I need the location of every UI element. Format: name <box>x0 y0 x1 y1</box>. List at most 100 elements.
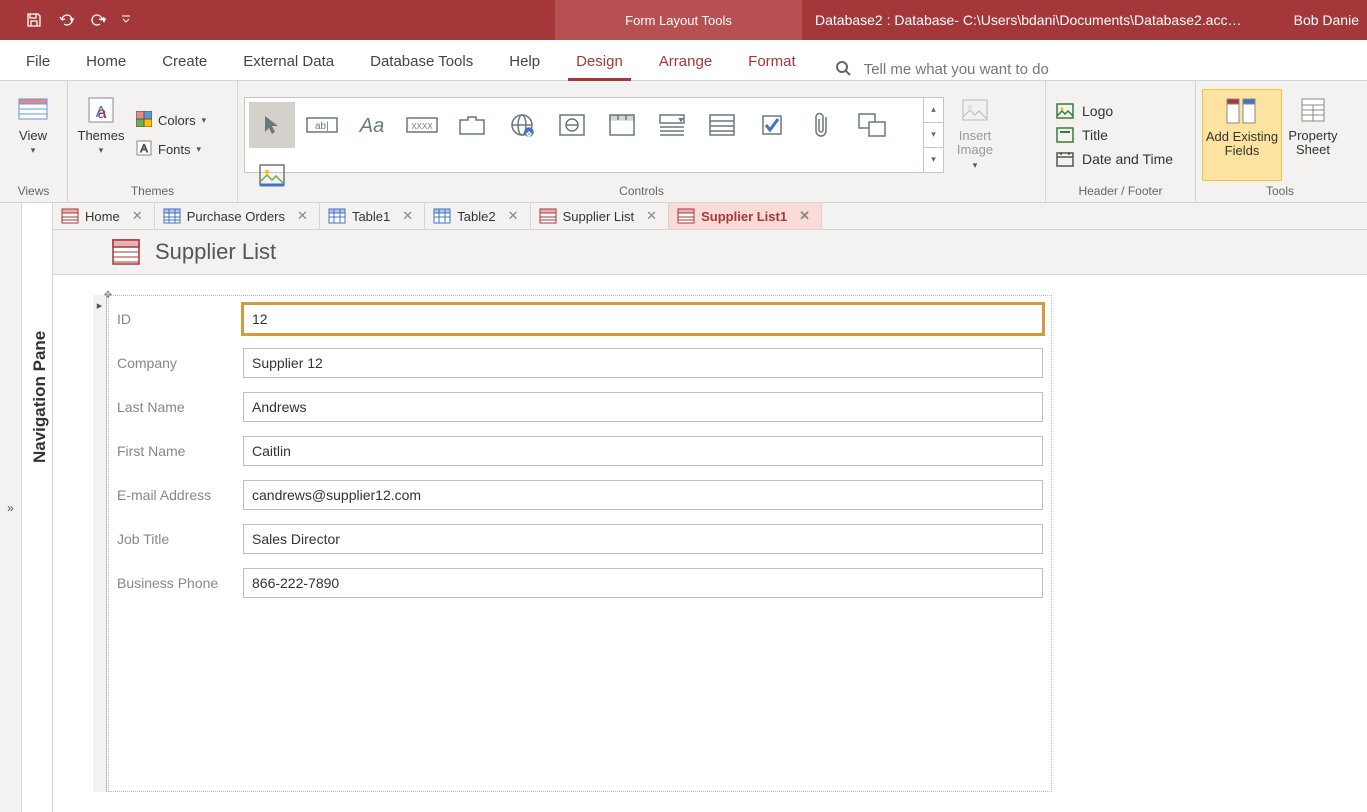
save-icon[interactable] <box>20 6 48 34</box>
navigation-control-icon[interactable] <box>599 102 645 148</box>
search-icon[interactable] <box>834 59 852 80</box>
close-icon[interactable]: ✕ <box>646 208 660 224</box>
close-icon[interactable]: ✕ <box>508 208 522 224</box>
group-tools-label: Tools <box>1202 184 1358 200</box>
logo-button[interactable]: Logo <box>1052 101 1177 121</box>
subform-control-icon[interactable] <box>849 102 895 148</box>
label-control-icon[interactable]: Aa <box>349 102 395 148</box>
group-tools: Add Existing Fields Property Sheet Tools <box>1196 81 1364 202</box>
close-icon[interactable]: ✕ <box>799 208 813 224</box>
doc-tab-table1[interactable]: Table1 ✕ <box>320 203 425 229</box>
tab-control-icon[interactable] <box>449 102 495 148</box>
first-name-field[interactable]: Caitlin <box>243 436 1043 466</box>
chevron-down-icon: ▾ <box>202 115 207 126</box>
field-label[interactable]: First Name <box>117 443 243 459</box>
field-row-business-phone: Business Phone 866-222-7890 <box>117 568 1043 598</box>
insert-image-button[interactable]: Insert Image ▾ <box>948 89 1002 181</box>
field-label[interactable]: Last Name <box>117 399 243 415</box>
doc-tab-table2[interactable]: Table2 ✕ <box>425 203 530 229</box>
nav-pane-label[interactable]: Navigation Pane <box>30 331 50 463</box>
close-icon[interactable]: ✕ <box>132 208 146 224</box>
redo-dropdown-icon[interactable]: ▾ <box>102 15 107 26</box>
doc-tab-supplier-list[interactable]: Supplier List ✕ <box>531 203 670 229</box>
redo-icon[interactable]: ▾ <box>84 6 112 34</box>
view-button[interactable]: View ▾ <box>6 89 60 181</box>
title-button[interactable]: Title <box>1052 125 1177 145</box>
gallery-more-icon[interactable]: ▾ <box>924 148 943 172</box>
svg-text:A: A <box>140 143 148 155</box>
close-icon[interactable]: ✕ <box>297 208 311 224</box>
field-label[interactable]: Business Phone <box>117 575 243 591</box>
svg-text:ab|: ab| <box>315 121 329 132</box>
job-title-field[interactable]: Sales Director <box>243 524 1043 554</box>
property-sheet-button[interactable]: Property Sheet <box>1286 89 1340 181</box>
id-field[interactable]: 12 <box>243 304 1043 334</box>
logo-label: Logo <box>1082 103 1113 119</box>
doc-tab-purchase-orders[interactable]: Purchase Orders ✕ <box>155 203 320 229</box>
hyperlink-control-icon[interactable] <box>499 102 545 148</box>
field-label[interactable]: Company <box>117 355 243 371</box>
chevron-down-icon: ▾ <box>197 144 202 155</box>
quick-access-toolbar: ▾ ▾ <box>0 0 136 40</box>
tab-arrange[interactable]: Arrange <box>641 43 730 80</box>
tab-format[interactable]: Format <box>730 43 814 80</box>
group-views: View ▾ Views <box>0 81 68 202</box>
tab-file[interactable]: File <box>8 43 68 80</box>
colors-button[interactable]: Colors ▾ <box>132 109 210 132</box>
email-field[interactable]: candrews@supplier12.com <box>243 480 1043 510</box>
attachment-control-icon[interactable] <box>799 102 845 148</box>
group-themes: Aa Themes ▾ Colors ▾ A Fonts ▾ Themes <box>68 81 238 202</box>
context-tool-label: Form Layout Tools <box>555 0 802 40</box>
form-header-icon <box>111 238 141 266</box>
doc-tab-label: Supplier List1 <box>701 209 787 224</box>
business-phone-field[interactable]: 866-222-7890 <box>243 568 1043 598</box>
nav-pane-toggle[interactable]: » <box>0 203 22 812</box>
textbox-control-icon[interactable]: ab| <box>299 102 345 148</box>
date-time-button[interactable]: Date and Time <box>1052 149 1177 169</box>
tab-design[interactable]: Design <box>558 43 641 80</box>
add-existing-fields-button[interactable]: Add Existing Fields <box>1202 89 1282 181</box>
doc-tab-label: Supplier List <box>563 209 635 224</box>
customize-qat-icon[interactable] <box>116 15 136 25</box>
button-control-icon[interactable]: XXXX <box>399 102 445 148</box>
gallery-down-icon[interactable]: ▾ <box>924 123 943 148</box>
record-selector[interactable] <box>93 295 107 792</box>
webbrowser-control-icon[interactable] <box>549 102 595 148</box>
field-label[interactable]: Job Title <box>117 531 243 547</box>
gallery-up-icon[interactable]: ▴ <box>924 98 943 123</box>
combobox-control-icon[interactable] <box>649 102 695 148</box>
fonts-button[interactable]: A Fonts ▾ <box>132 138 210 161</box>
ribbon: View ▾ Views Aa Themes ▾ Colors ▾ <box>0 81 1367 203</box>
field-row-company: Company Supplier 12 <box>117 348 1043 378</box>
doc-tab-home[interactable]: Home ✕ <box>53 203 155 229</box>
view-label: View <box>19 129 47 144</box>
undo-dropdown-icon[interactable]: ▾ <box>70 15 75 26</box>
select-tool-icon[interactable] <box>249 102 295 148</box>
field-label[interactable]: E-mail Address <box>117 487 243 503</box>
form-title[interactable]: Supplier List <box>155 239 276 265</box>
company-field[interactable]: Supplier 12 <box>243 348 1043 378</box>
image-control-icon[interactable] <box>249 152 295 198</box>
undo-icon[interactable]: ▾ <box>52 6 80 34</box>
form-icon <box>677 208 695 224</box>
doc-tab-label: Table1 <box>352 209 390 224</box>
checkbox-control-icon[interactable] <box>749 102 795 148</box>
tab-home[interactable]: Home <box>68 43 144 80</box>
field-label[interactable]: ID <box>117 311 243 327</box>
themes-button[interactable]: Aa Themes ▾ <box>74 89 128 181</box>
title-bar: ▾ ▾ Form Layout Tools Database2 : Databa… <box>0 0 1367 40</box>
layout-selector-icon[interactable]: ✥ <box>103 290 113 300</box>
field-row-job-title: Job Title Sales Director <box>117 524 1043 554</box>
property-sheet-icon <box>1296 93 1330 127</box>
themes-icon: Aa <box>84 93 118 127</box>
tab-help[interactable]: Help <box>491 43 558 80</box>
tab-external-data[interactable]: External Data <box>225 43 352 80</box>
last-name-field[interactable]: Andrews <box>243 392 1043 422</box>
tab-create[interactable]: Create <box>144 43 225 80</box>
user-name[interactable]: Bob Danie <box>1294 0 1359 40</box>
tab-database-tools[interactable]: Database Tools <box>352 43 491 80</box>
doc-tab-supplier-list1[interactable]: Supplier List1 ✕ <box>669 203 822 229</box>
tell-me-input[interactable]: Tell me what you want to do <box>864 61 1049 78</box>
close-icon[interactable]: ✕ <box>402 208 416 224</box>
listbox-control-icon[interactable] <box>699 102 745 148</box>
